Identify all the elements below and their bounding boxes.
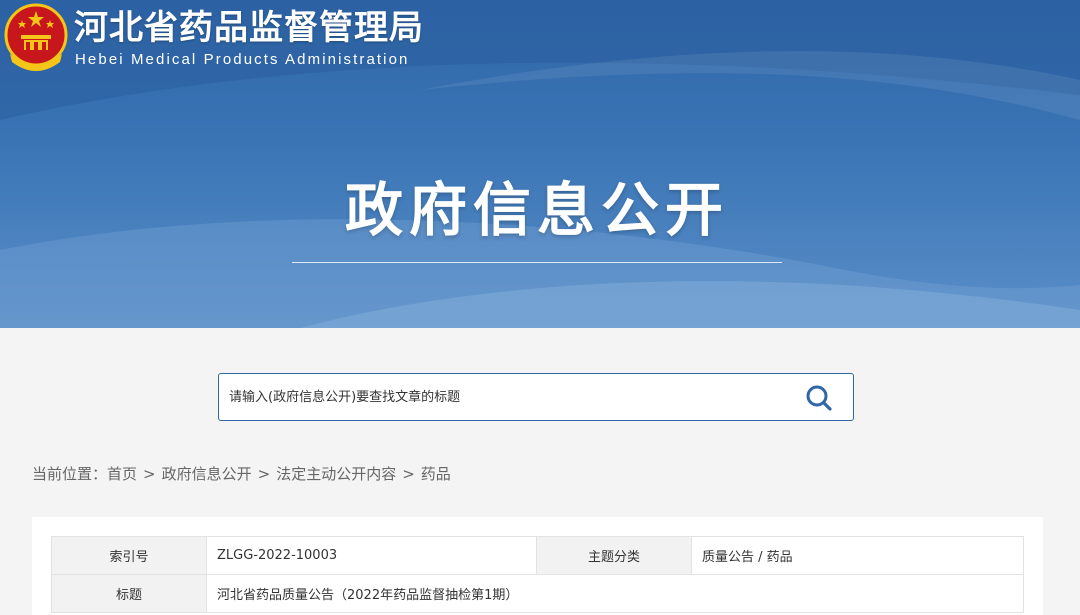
breadcrumb: 当前位置：首页 > 政府信息公开 > 法定主动公开内容 > 药品 <box>32 463 451 485</box>
title-divider <box>292 262 782 263</box>
info-table: 索引号 ZLGG-2022-10003 主题分类 质量公告 / 药品 标题 河北… <box>51 536 1024 613</box>
breadcrumb-drugs[interactable]: 药品 <box>421 463 451 485</box>
national-emblem-icon <box>4 3 68 71</box>
index-number-label: 索引号 <box>51 536 207 575</box>
breadcrumb-separator: > <box>402 465 415 483</box>
topic-category-label: 主题分类 <box>536 536 692 575</box>
content-card: 索引号 ZLGG-2022-10003 主题分类 质量公告 / 药品 标题 河北… <box>32 517 1043 615</box>
breadcrumb-separator: > <box>257 465 271 483</box>
topic-category-value: 质量公告 / 药品 <box>691 536 1024 575</box>
title-label: 标题 <box>51 574 207 613</box>
breadcrumb-separator: > <box>143 465 156 483</box>
site-title: 河北省药品监督管理局 <box>74 8 424 48</box>
breadcrumb-gov-info[interactable]: 政府信息公开 <box>162 463 252 485</box>
table-row: 标题 河北省药品质量公告（2022年药品监督抽检第1期） <box>51 574 1024 613</box>
site-subtitle: Hebei Medical Products Administration <box>75 51 410 68</box>
breadcrumb-home[interactable]: 首页 <box>107 463 137 485</box>
title-value: 河北省药品质量公告（2022年药品监督抽检第1期） <box>206 574 1024 613</box>
breadcrumb-statutory-content[interactable]: 法定主动公开内容 <box>276 463 396 485</box>
index-number-value: ZLGG-2022-10003 <box>206 536 537 575</box>
table-row: 索引号 ZLGG-2022-10003 主题分类 质量公告 / 药品 <box>51 536 1024 575</box>
banner: 河北省药品监督管理局 Hebei Medical Products Admini… <box>0 0 1080 328</box>
search-input[interactable] <box>229 374 789 420</box>
search-box <box>218 373 854 421</box>
breadcrumb-prefix: 当前位置： <box>32 465 108 483</box>
section-title: 政府信息公开 <box>344 176 729 244</box>
search-icon[interactable] <box>805 384 833 412</box>
